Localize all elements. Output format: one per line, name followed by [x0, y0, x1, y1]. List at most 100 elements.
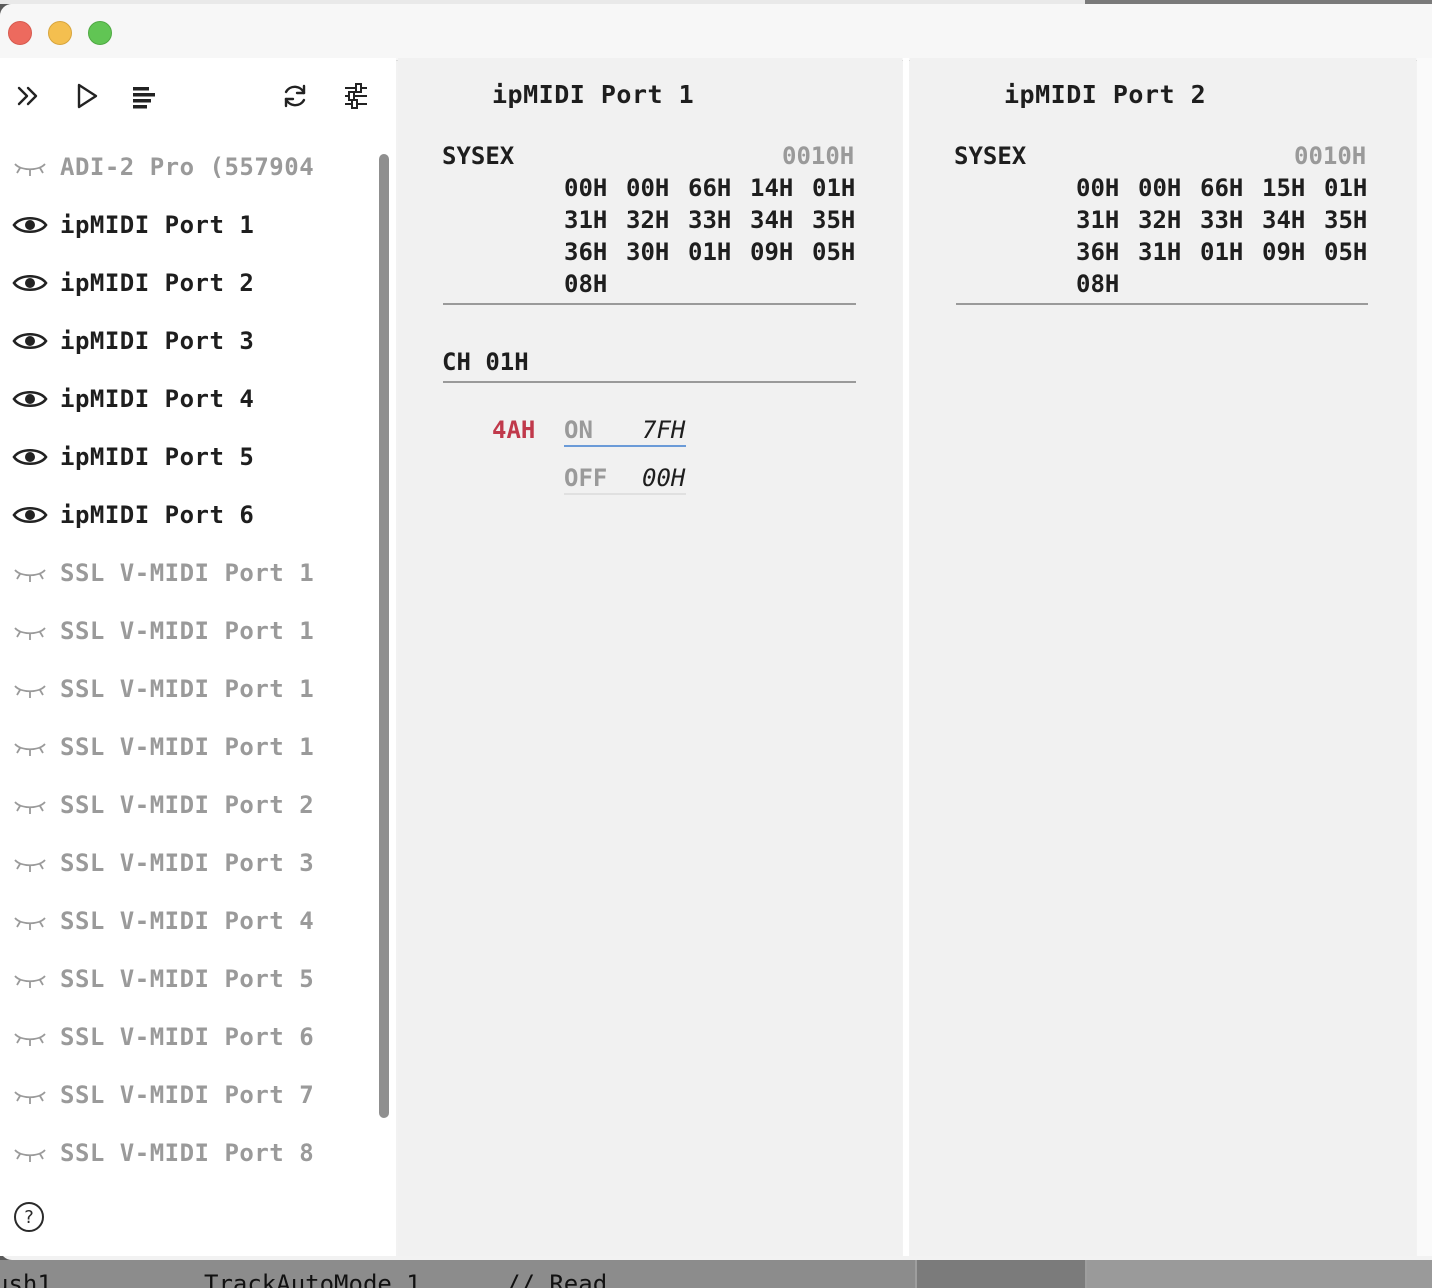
port-item[interactable]: ADI-2 Pro (557904 — [0, 138, 376, 196]
sidebar-scrollbar[interactable] — [379, 154, 389, 1118]
port-label: ipMIDI Port 6 — [60, 501, 255, 529]
port-label: SSL V-MIDI Port 7 — [60, 1081, 315, 1109]
eye-icon[interactable] — [12, 387, 48, 411]
eye-icon[interactable] — [12, 271, 48, 295]
eye-closed-icon[interactable] — [12, 561, 48, 585]
port-item[interactable]: SSL V-MIDI Port 6 — [0, 1008, 376, 1066]
port-item[interactable]: SSL V-MIDI Port 7 — [0, 1066, 376, 1124]
eye-closed-icon[interactable] — [12, 851, 48, 875]
note-on-indicator — [564, 445, 686, 447]
port-item[interactable]: ipMIDI Port 6 — [0, 486, 376, 544]
list-button[interactable] — [125, 78, 161, 114]
eye-closed-icon[interactable] — [12, 793, 48, 817]
refresh-button[interactable] — [277, 78, 313, 114]
port-item[interactable]: ipMIDI Port 3 — [0, 312, 376, 370]
port-item[interactable]: SSL V-MIDI Port 5 — [0, 950, 376, 1008]
close-window-button[interactable] — [8, 21, 32, 45]
eye-closed-icon[interactable] — [12, 677, 48, 701]
port-label: ADI-2 Pro (557904 — [60, 153, 315, 181]
sidebar: ADI-2 Pro (557904 ipMIDI Port 1 ipMIDI Por… — [0, 58, 396, 1256]
port-item[interactable]: ipMIDI Port 2 — [0, 254, 376, 312]
note-off-indicator — [564, 493, 686, 495]
background-text: ush1 — [0, 1270, 52, 1288]
sysex-byte: 35H — [1324, 206, 1368, 234]
sysex-byte: 05H — [1324, 238, 1368, 266]
sysex-divider — [956, 303, 1368, 305]
sysex-byte: 01H — [1324, 174, 1368, 202]
sysex-row: 31H 32H 33H 34H 35H — [1076, 206, 1386, 234]
port-item[interactable]: SSL V-MIDI Port 1 — [0, 544, 376, 602]
port-label: ipMIDI Port 2 — [60, 269, 255, 297]
note-off-label: OFF — [564, 464, 608, 492]
eye-closed-icon[interactable] — [12, 155, 48, 179]
eye-closed-icon[interactable] — [12, 735, 48, 759]
play-button[interactable] — [68, 78, 104, 114]
port-label: SSL V-MIDI Port 8 — [60, 1139, 315, 1167]
port-label: ipMIDI Port 5 — [60, 443, 255, 471]
sysex-byte: 32H — [626, 206, 670, 234]
eye-closed-icon[interactable] — [12, 1083, 48, 1107]
note-off-velocity: 00H — [642, 464, 686, 492]
eye-closed-icon[interactable] — [12, 1025, 48, 1049]
panel-divider[interactable] — [1417, 58, 1432, 1256]
port-item[interactable]: SSL V-MIDI Port 1 — [0, 718, 376, 776]
sysex-row: 31H 32H 33H 34H 35H — [564, 206, 874, 234]
sysex-byte: 36H — [1076, 238, 1120, 266]
background-window: ush1 TrackAutoMode 1 // Read — [0, 1260, 1432, 1288]
background-text: TrackAutoMode 1 — [204, 1270, 421, 1288]
sysex-row: 00H 00H 66H 14H 01H — [564, 174, 874, 202]
port-label: SSL V-MIDI Port 1 — [60, 559, 315, 587]
channel-divider — [443, 381, 856, 383]
port-label: SSL V-MIDI Port 5 — [60, 965, 315, 993]
sysex-byte: 35H — [812, 206, 856, 234]
port-item[interactable]: ipMIDI Port 5 — [0, 428, 376, 486]
port-label: ipMIDI Port 1 — [60, 211, 255, 239]
sysex-byte: 00H — [1076, 174, 1120, 202]
sysex-byte: 66H — [688, 174, 732, 202]
panel-title: ipMIDI Port 1 — [492, 80, 695, 109]
sysex-divider — [443, 303, 856, 305]
eye-closed-icon[interactable] — [12, 909, 48, 933]
zoom-window-button[interactable] — [88, 21, 112, 45]
sysex-byte: 31H — [1138, 238, 1182, 266]
help-button[interactable]: ? — [14, 1202, 44, 1232]
sysex-label: SYSEX — [954, 142, 1027, 170]
port-label: SSL V-MIDI Port 6 — [60, 1023, 315, 1051]
background-text: // Read — [506, 1270, 608, 1288]
eye-closed-icon[interactable] — [12, 1141, 48, 1165]
port-item[interactable]: SSL V-MIDI Port 2 — [0, 776, 376, 834]
sysex-byte: 09H — [750, 238, 794, 266]
port-item[interactable]: SSL V-MIDI Port 1 — [0, 660, 376, 718]
eye-icon[interactable] — [12, 213, 48, 237]
eye-closed-icon[interactable] — [12, 619, 48, 643]
settings-button[interactable] — [338, 78, 374, 114]
minimize-window-button[interactable] — [48, 21, 72, 45]
panel-divider[interactable] — [903, 58, 909, 1256]
refresh-icon — [284, 84, 306, 108]
eye-icon[interactable] — [12, 329, 48, 353]
sysex-row: 36H 31H 01H 09H 05H — [1076, 238, 1386, 266]
port-label: SSL V-MIDI Port 4 — [60, 907, 315, 935]
port-label: ipMIDI Port 3 — [60, 327, 255, 355]
port-item[interactable]: SSL V-MIDI Port 4 — [0, 892, 376, 950]
sysex-byte: 32H — [1138, 206, 1182, 234]
sysex-byte: 31H — [564, 206, 608, 234]
note-on-label: ON — [564, 416, 593, 444]
port-item[interactable]: ipMIDI Port 4 — [0, 370, 376, 428]
sysex-byte: 01H — [688, 238, 732, 266]
port-item[interactable]: ipMIDI Port 1 — [0, 196, 376, 254]
sysex-byte: 01H — [1200, 238, 1244, 266]
port-item[interactable]: SSL V-MIDI Port 3 — [0, 834, 376, 892]
port-label: SSL V-MIDI Port 3 — [60, 849, 315, 877]
eye-icon[interactable] — [12, 445, 48, 469]
eye-icon[interactable] — [12, 503, 48, 527]
sysex-row: 08H — [1076, 270, 1138, 298]
sysex-byte: 33H — [688, 206, 732, 234]
sysex-byte: 09H — [1262, 238, 1306, 266]
sysex-byte: 08H — [1076, 270, 1120, 298]
expand-button[interactable] — [10, 78, 46, 114]
port-item[interactable]: SSL V-MIDI Port 8 — [0, 1124, 376, 1182]
port-item[interactable]: SSL V-MIDI Port 1 — [0, 602, 376, 660]
eye-closed-icon[interactable] — [12, 967, 48, 991]
port-label: SSL V-MIDI Port 1 — [60, 675, 315, 703]
